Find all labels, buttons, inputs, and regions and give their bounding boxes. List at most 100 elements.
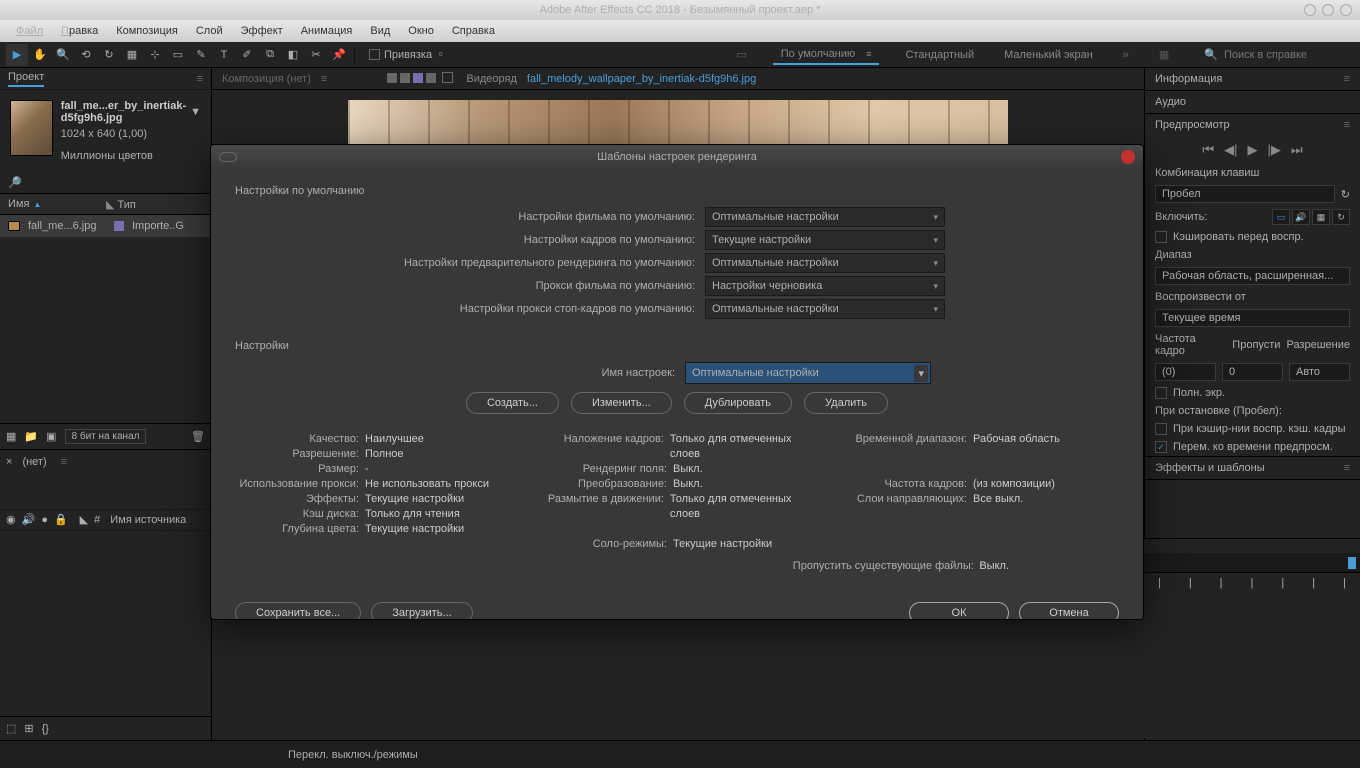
project-file-row[interactable]: fall_me...6.jpg Importe..G <box>0 215 211 237</box>
menu-edit[interactable]: Правка <box>53 23 106 39</box>
composition-label[interactable]: Композиция (нет) <box>222 73 311 85</box>
menu-layer[interactable]: Слой <box>188 23 231 39</box>
playhead-icon[interactable] <box>1348 557 1356 569</box>
shortcut-select[interactable]: Пробел <box>1155 185 1335 203</box>
dialog-close-icon[interactable] <box>1121 150 1135 164</box>
audio-panel-header[interactable]: Аудио <box>1155 96 1186 108</box>
srcname-header[interactable]: Имя источника <box>110 514 186 526</box>
panel-menu-icon[interactable]: ≡ <box>1344 119 1350 131</box>
default-frame-select[interactable]: Текущие настройки▾ <box>705 230 945 250</box>
project-tab[interactable]: Проект <box>8 71 44 87</box>
close-icon[interactable] <box>1340 4 1352 16</box>
delete-button[interactable]: Удалить <box>804 392 888 414</box>
default-prerender-select[interactable]: Оптимальные настройки▾ <box>705 253 945 273</box>
roto-tool-icon[interactable]: ✂ <box>305 44 327 66</box>
menu-help[interactable]: Справка <box>444 23 503 39</box>
tl-icon1[interactable]: ⬚ <box>6 722 16 735</box>
layout-menu-icon[interactable]: ▭ <box>732 45 750 64</box>
onstop1-checkbox[interactable] <box>1155 423 1167 435</box>
layout-small[interactable]: Маленький экран <box>1000 46 1097 64</box>
layout-more-icon[interactable]: » <box>1119 46 1133 64</box>
last-frame-icon[interactable]: ⏭ <box>1291 142 1303 158</box>
duplicate-button[interactable]: Дублировать <box>684 392 792 414</box>
clone-tool-icon[interactable]: ⧉ <box>259 44 281 66</box>
reset-icon[interactable]: ↻ <box>1341 188 1350 201</box>
tl-icon3[interactable]: {} <box>42 723 49 735</box>
asset-dropdown-icon[interactable]: ▼ <box>190 106 201 118</box>
puppet-tool-icon[interactable]: 📌 <box>328 44 350 66</box>
inc-loop-icon[interactable]: ↻ <box>1332 209 1350 225</box>
save-all-button[interactable]: Сохранить все... <box>235 602 361 620</box>
tag-icon[interactable]: ◣ <box>106 199 114 211</box>
timeline-tab[interactable]: (нет) <box>22 456 46 468</box>
panel-menu-icon[interactable]: ≡ <box>1344 462 1350 474</box>
eye-icon[interactable]: ◉ <box>6 513 16 526</box>
col-type[interactable]: Тип <box>118 199 136 211</box>
res-select[interactable]: Авто <box>1289 363 1350 381</box>
comp-icon[interactable]: ▣ <box>46 430 56 443</box>
info-panel-header[interactable]: Информация <box>1155 73 1222 85</box>
text-tool-icon[interactable]: T <box>213 44 235 66</box>
inc-video-icon[interactable]: ▭ <box>1272 209 1290 225</box>
preview-panel-header[interactable]: Предпросмотр <box>1155 119 1230 131</box>
layout-standard[interactable]: Стандартный <box>901 46 978 64</box>
selection-tool-icon[interactable]: ▶ <box>6 44 28 66</box>
menu-effect[interactable]: Эффект <box>233 23 291 39</box>
menu-file[interactable]: Файл <box>8 23 51 39</box>
eraser-tool-icon[interactable]: ◧ <box>282 44 304 66</box>
layout-grid-icon[interactable]: ▦ <box>1155 45 1173 64</box>
inc-audio-icon[interactable]: 🔊 <box>1292 209 1310 225</box>
effects-panel-header[interactable]: Эффекты и шаблоны <box>1155 462 1265 474</box>
video-filename[interactable]: fall_melody_wallpaper_by_inertiak-d5fg9h… <box>527 73 756 85</box>
fullscreen-checkbox[interactable] <box>1155 387 1167 399</box>
prev-frame-icon[interactable]: ◀| <box>1224 142 1237 158</box>
setting-name-select[interactable]: Оптимальные настройки▾ <box>685 362 931 384</box>
col-name[interactable]: Имя <box>8 198 29 210</box>
snap-toggle[interactable]: Привязка ⚬ <box>369 48 445 61</box>
pen-tool-icon[interactable]: ✎ <box>190 44 212 66</box>
label-header-icon[interactable]: ◣ <box>80 513 88 526</box>
layout-default[interactable]: По умолчанию ≡ <box>773 45 880 65</box>
default-movieproxy-select[interactable]: Настройки черновика▾ <box>705 276 945 296</box>
menu-window[interactable]: Окно <box>400 23 442 39</box>
panel-menu-icon[interactable]: ≡ <box>1344 73 1350 85</box>
load-button[interactable]: Загрузить... <box>371 602 472 620</box>
ok-button[interactable]: ОК <box>909 602 1009 620</box>
timeline-menu-icon[interactable]: ≡ <box>61 456 67 468</box>
playfrom-select[interactable]: Текущее время <box>1155 309 1350 327</box>
timeline-close-icon[interactable]: × <box>6 456 12 468</box>
trash-icon[interactable]: 🗑 <box>191 430 205 443</box>
rotate-tool-icon[interactable]: ↻ <box>98 44 120 66</box>
orbit-tool-icon[interactable]: ⟲ <box>75 44 97 66</box>
brush-tool-icon[interactable]: ✐ <box>236 44 258 66</box>
time-scrubber[interactable] <box>1144 553 1360 573</box>
bpc-button[interactable]: 8 бит на канал <box>65 429 147 444</box>
cancel-button[interactable]: Отмена <box>1019 602 1119 620</box>
solo-icon[interactable]: ● <box>41 514 48 526</box>
menu-view[interactable]: Вид <box>362 23 398 39</box>
camera-tool-icon[interactable]: ▦ <box>121 44 143 66</box>
next-frame-icon[interactable]: |▶ <box>1268 142 1281 158</box>
inc-overlay-icon[interactable]: ▦ <box>1312 209 1330 225</box>
lock-icon[interactable]: 🔒 <box>54 513 68 526</box>
zoom-tool-icon[interactable]: 🔍 <box>52 44 74 66</box>
hand-tool-icon[interactable]: ✋ <box>29 44 51 66</box>
toggle-switches-label[interactable]: Перекл. выключ./режимы <box>288 749 418 761</box>
menu-composition[interactable]: Композиция <box>108 23 186 39</box>
tl-icon2[interactable]: ⊞ <box>24 722 33 735</box>
onstop2-checkbox[interactable]: ✓ <box>1155 441 1167 453</box>
menu-animation[interactable]: Анимация <box>293 23 361 39</box>
panel-menu-icon[interactable]: ≡ <box>197 73 203 85</box>
play-icon[interactable]: ▶ <box>1248 142 1258 158</box>
help-search-input[interactable] <box>1224 49 1344 61</box>
cache-checkbox[interactable] <box>1155 231 1167 243</box>
create-button[interactable]: Создать... <box>466 392 559 414</box>
comp-menu-icon[interactable]: ≡ <box>321 73 327 85</box>
edit-button[interactable]: Изменить... <box>571 392 672 414</box>
dialog-grip-icon[interactable] <box>219 152 237 162</box>
first-frame-icon[interactable]: ⏮ <box>1202 142 1214 158</box>
project-search-icon[interactable]: 🔎 <box>8 176 22 189</box>
sort-icon[interactable]: ▲ <box>33 200 41 209</box>
maximize-icon[interactable] <box>1322 4 1334 16</box>
default-movie-select[interactable]: Оптимальные настройки▾ <box>705 207 945 227</box>
